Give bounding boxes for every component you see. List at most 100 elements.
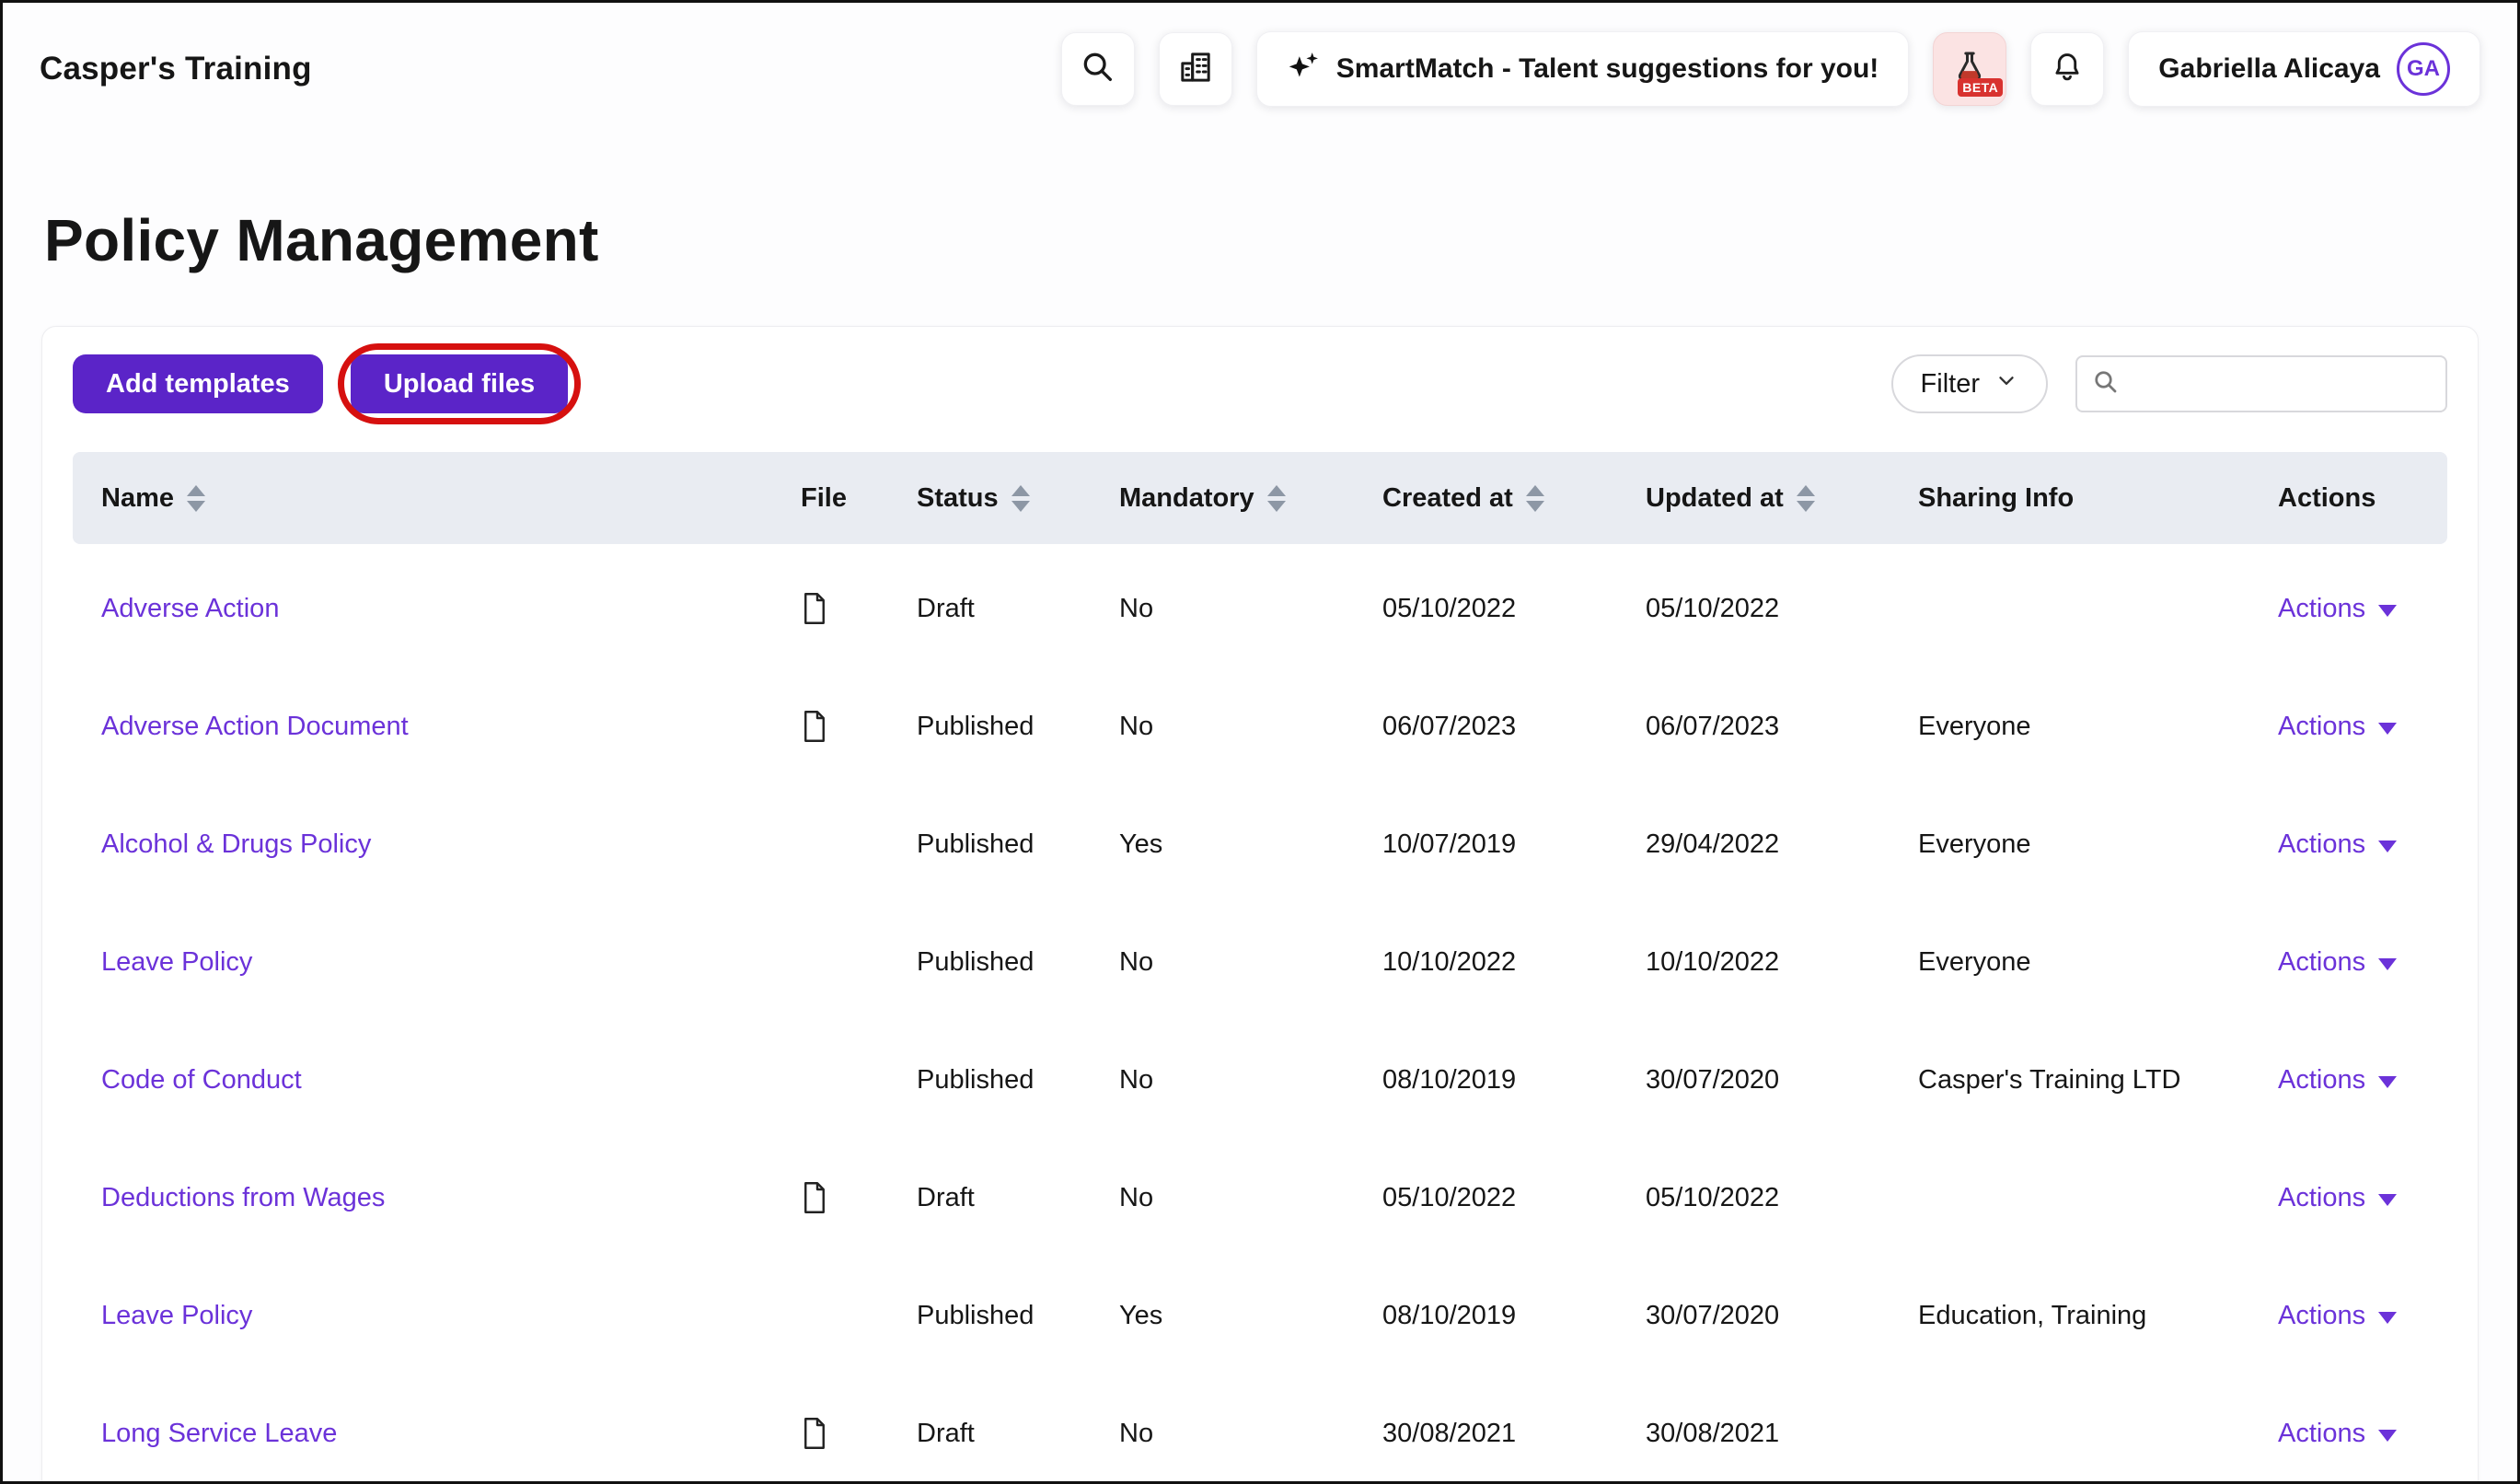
topbar: Casper's Training	[3, 3, 2517, 134]
table-search-input[interactable]	[2131, 368, 2431, 400]
row-actions-button[interactable]: Actions	[2278, 1183, 2397, 1213]
sort-icon[interactable]	[187, 485, 205, 512]
notifications-button[interactable]	[2030, 32, 2104, 106]
toolbar-right: Filter	[1891, 354, 2447, 413]
mandatory-cell: No	[1119, 1183, 1382, 1213]
add-templates-button[interactable]: Add templates	[73, 354, 323, 413]
policy-name-link[interactable]: Adverse Action	[101, 594, 279, 624]
sharing-info-cell: Everyone	[1918, 947, 2278, 978]
policy-name-link[interactable]: Deductions from Wages	[101, 1183, 385, 1213]
table-toolbar: Add templates Upload files Filter	[73, 354, 2447, 413]
sort-up-arrow	[1526, 485, 1544, 496]
table-row: Code of Conduct Published No 08/10/2019 …	[73, 1021, 2447, 1139]
search-icon	[1080, 49, 1116, 88]
status-cell: Draft	[917, 1419, 1119, 1449]
created-at-cell: 30/08/2021	[1382, 1419, 1646, 1449]
row-actions-button[interactable]: Actions	[2278, 1065, 2397, 1096]
mandatory-cell: No	[1119, 947, 1382, 978]
status-cell: Draft	[917, 594, 1119, 624]
table-row: Adverse Action Document Published No 06/…	[73, 667, 2447, 785]
sort-icon[interactable]	[1797, 485, 1815, 512]
column-header: Actions	[2278, 483, 2447, 514]
search-button[interactable]	[1061, 32, 1135, 106]
file-icon	[801, 1181, 828, 1214]
column-label: Name	[101, 483, 174, 514]
policy-name-link[interactable]: Alcohol & Drugs Policy	[101, 829, 371, 860]
sort-icon[interactable]	[1526, 485, 1544, 512]
updated-at-cell: 30/07/2020	[1646, 1065, 1918, 1096]
sparkles-icon	[1287, 49, 1320, 89]
policy-table-card: Add templates Upload files Filter	[41, 326, 2479, 1484]
beta-badge: BETA	[1958, 78, 2003, 97]
user-menu-button[interactable]: Gabriella Alicaya GA	[2128, 31, 2480, 107]
row-actions-button[interactable]: Actions	[2278, 1419, 2397, 1449]
caret-down-icon	[2378, 1076, 2397, 1088]
status-cell: Draft	[917, 1183, 1119, 1213]
created-at-cell: 05/10/2022	[1382, 1183, 1646, 1213]
updated-at-cell: 29/04/2022	[1646, 829, 1918, 860]
mandatory-cell: Yes	[1119, 829, 1382, 860]
policy-name-link[interactable]: Adverse Action Document	[101, 712, 409, 742]
column-header: Sharing Info	[1918, 483, 2278, 514]
column-header: Mandatory	[1119, 483, 1382, 514]
actions-label: Actions	[2278, 1419, 2365, 1449]
column-label: File	[801, 483, 847, 514]
policy-name-link[interactable]: Leave Policy	[101, 1301, 252, 1331]
caret-down-icon	[2378, 841, 2397, 852]
column-header: Updated at	[1646, 483, 1918, 514]
status-cell: Published	[917, 1301, 1119, 1331]
status-cell: Published	[917, 947, 1119, 978]
column-header: Created at	[1382, 483, 1646, 514]
filter-button[interactable]: Filter	[1891, 354, 2048, 413]
table-row: Deductions from Wages Draft No 05/10/202…	[73, 1139, 2447, 1257]
column-label: Status	[917, 483, 999, 514]
upload-files-button[interactable]: Upload files	[351, 354, 568, 413]
actions-label: Actions	[2278, 1065, 2365, 1096]
building-icon	[1177, 49, 1214, 88]
column-header: Status	[917, 483, 1119, 514]
updated-at-cell: 05/10/2022	[1646, 594, 1918, 624]
row-actions-button[interactable]: Actions	[2278, 1301, 2397, 1331]
sort-icon[interactable]	[1267, 485, 1286, 512]
file-icon	[801, 1417, 828, 1450]
updated-at-cell: 06/07/2023	[1646, 712, 1918, 742]
filter-label: Filter	[1921, 369, 1980, 400]
sort-up-arrow	[1011, 485, 1030, 496]
sort-down-arrow	[1011, 501, 1030, 512]
row-actions-button[interactable]: Actions	[2278, 829, 2397, 860]
sort-icon[interactable]	[1011, 485, 1030, 512]
status-cell: Published	[917, 712, 1119, 742]
org-switcher-button[interactable]	[1159, 32, 1232, 106]
sort-up-arrow	[1267, 485, 1286, 496]
row-actions-button[interactable]: Actions	[2278, 594, 2397, 624]
actions-label: Actions	[2278, 829, 2365, 860]
smartmatch-button[interactable]: SmartMatch - Talent suggestions for you!	[1256, 31, 1910, 107]
policy-name-link[interactable]: Code of Conduct	[101, 1065, 302, 1096]
mandatory-cell: No	[1119, 1419, 1382, 1449]
created-at-cell: 06/07/2023	[1382, 712, 1646, 742]
caret-down-icon	[2378, 1194, 2397, 1206]
actions-label: Actions	[2278, 1183, 2365, 1213]
created-at-cell: 10/10/2022	[1382, 947, 1646, 978]
actions-label: Actions	[2278, 594, 2365, 624]
chevron-down-icon	[1994, 368, 2018, 400]
sort-down-arrow	[1526, 501, 1544, 512]
smartmatch-label: SmartMatch - Talent suggestions for you!	[1336, 53, 1879, 85]
toolbar-left: Add templates Upload files	[73, 354, 568, 413]
table-row: Adverse Action Draft No 05/10/2022 05/10…	[73, 550, 2447, 667]
policy-name-link[interactable]: Long Service Leave	[101, 1419, 337, 1449]
row-actions-button[interactable]: Actions	[2278, 712, 2397, 742]
sort-up-arrow	[1797, 485, 1815, 496]
file-icon	[801, 710, 828, 743]
updated-at-cell: 10/10/2022	[1646, 947, 1918, 978]
avatar: GA	[2397, 42, 2450, 96]
beta-labs-button[interactable]: BETA	[1933, 32, 2006, 106]
column-label: Updated at	[1646, 483, 1784, 514]
sort-up-arrow	[187, 485, 205, 496]
mandatory-cell: No	[1119, 1065, 1382, 1096]
caret-down-icon	[2378, 605, 2397, 617]
row-actions-button[interactable]: Actions	[2278, 947, 2397, 978]
policy-name-link[interactable]: Leave Policy	[101, 947, 252, 978]
table-search	[2075, 355, 2447, 412]
updated-at-cell: 05/10/2022	[1646, 1183, 1918, 1213]
